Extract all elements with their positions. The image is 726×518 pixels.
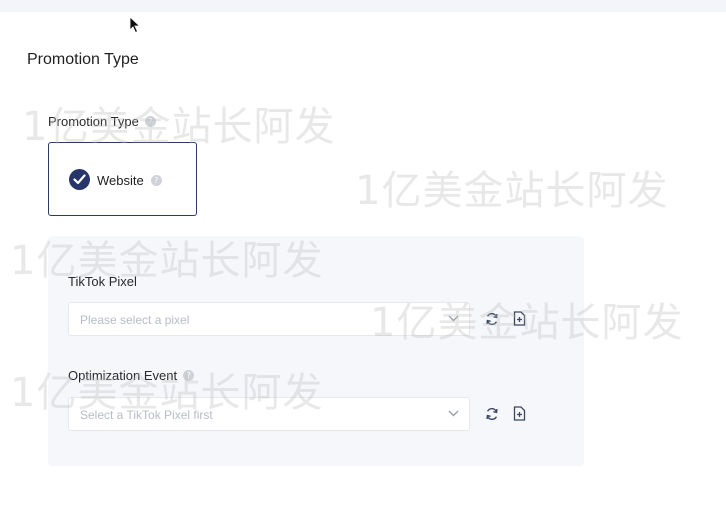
question-circle-icon[interactable]: ? bbox=[183, 370, 195, 381]
optimization-event-label-text: Optimization Event bbox=[68, 368, 178, 383]
website-option-text: Website bbox=[97, 173, 144, 188]
tiktok-pixel-placeholder: Please select a pixel bbox=[80, 313, 190, 327]
chevron-down-icon bbox=[448, 315, 459, 322]
tiktok-pixel-label-text: TikTok Pixel bbox=[68, 274, 137, 289]
website-option-label: Website ? bbox=[97, 173, 162, 188]
refresh-icon[interactable] bbox=[485, 312, 499, 326]
question-circle-icon[interactable]: ? bbox=[144, 116, 156, 127]
promotion-type-label: Promotion Type ? bbox=[48, 114, 156, 129]
check-circle-icon bbox=[69, 169, 90, 190]
optimization-event-select[interactable]: Select a TikTok Pixel first bbox=[68, 397, 470, 431]
tiktok-pixel-select[interactable]: Please select a pixel bbox=[68, 302, 470, 336]
chevron-down-icon bbox=[448, 410, 459, 417]
file-add-icon[interactable] bbox=[513, 311, 526, 326]
mouse-cursor-icon bbox=[129, 16, 141, 34]
section-title: Promotion Type bbox=[27, 51, 139, 68]
question-circle-icon[interactable]: ? bbox=[150, 175, 162, 186]
optimization-event-placeholder: Select a TikTok Pixel first bbox=[80, 408, 213, 422]
tracking-panel: TikTok Pixel Please select a pixel Optim… bbox=[48, 236, 584, 466]
promotion-type-label-text: Promotion Type bbox=[48, 114, 139, 129]
website-option-card[interactable]: Website ? bbox=[48, 142, 197, 216]
optimization-event-label: Optimization Event ? bbox=[68, 368, 195, 383]
refresh-icon[interactable] bbox=[485, 407, 499, 421]
file-add-icon[interactable] bbox=[513, 406, 526, 421]
tiktok-pixel-label: TikTok Pixel bbox=[68, 274, 137, 289]
